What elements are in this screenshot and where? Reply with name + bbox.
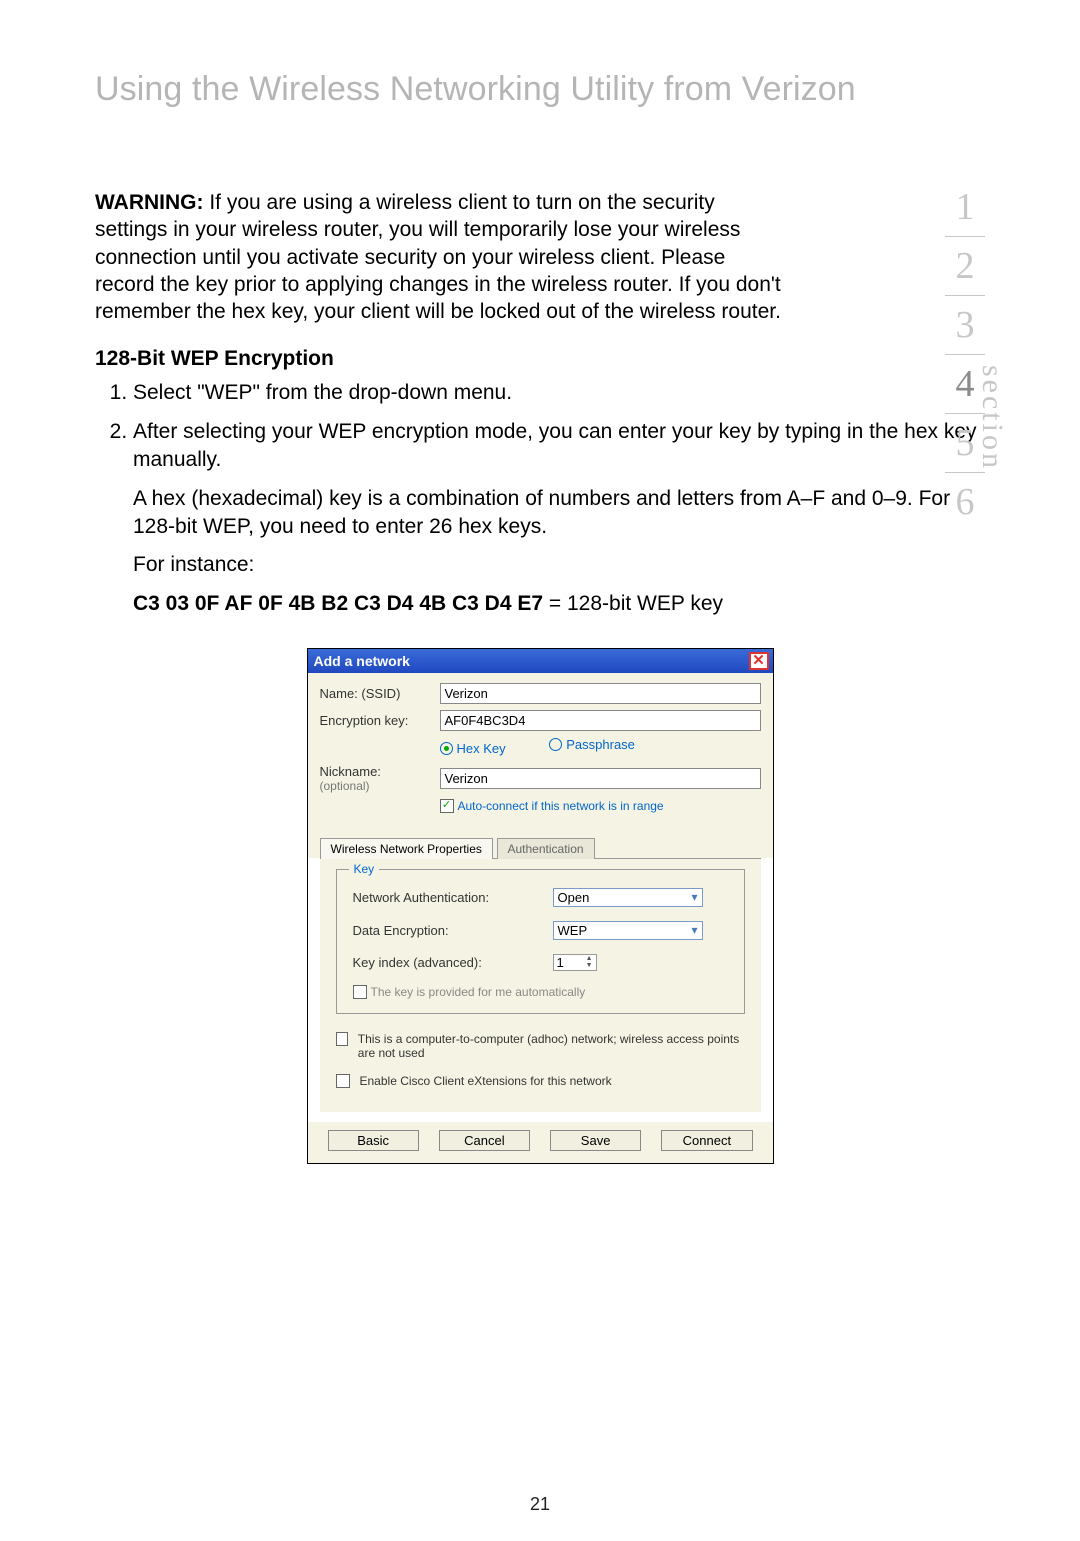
nav-6: 6 bbox=[920, 475, 1010, 529]
chevron-down-icon: ▾ bbox=[691, 923, 697, 937]
page-number: 21 bbox=[0, 1494, 1080, 1515]
data-encryption-select[interactable]: WEP▾ bbox=[553, 921, 703, 940]
nickname-label: Nickname: bbox=[320, 764, 440, 779]
dialog-title-bar: Add a network ✕ bbox=[308, 649, 773, 673]
nav-3: 3 bbox=[920, 298, 1010, 352]
step-2: After selecting your WEP encryption mode… bbox=[133, 418, 985, 618]
chevron-down-icon: ▾ bbox=[691, 890, 697, 904]
network-auth-select[interactable]: Open▾ bbox=[553, 888, 703, 907]
encryption-key-input[interactable]: AF0F4BC3D4 bbox=[440, 710, 761, 731]
nickname-optional: (optional) bbox=[320, 779, 440, 793]
passphrase-radio[interactable]: Passphrase bbox=[549, 737, 635, 752]
warning-label: WARNING: bbox=[95, 191, 204, 214]
key-index-label: Key index (advanced): bbox=[353, 955, 553, 970]
section-heading: 128-Bit WEP Encryption bbox=[95, 347, 985, 371]
spinner-up-icon[interactable]: ▲ bbox=[586, 955, 593, 962]
key-legend: Key bbox=[349, 862, 380, 876]
save-button[interactable]: Save bbox=[550, 1130, 641, 1151]
section-label: section bbox=[975, 365, 1009, 471]
auto-key-checkbox: The key is provided for me automatically bbox=[353, 985, 728, 999]
step-1: Select "WEP" from the drop-down menu. bbox=[133, 379, 985, 407]
tab-properties[interactable]: Wireless Network Properties bbox=[320, 838, 493, 859]
tab-authentication[interactable]: Authentication bbox=[497, 838, 595, 859]
cancel-button[interactable]: Cancel bbox=[439, 1130, 530, 1151]
spinner-down-icon[interactable]: ▼ bbox=[586, 962, 593, 969]
basic-button[interactable]: Basic bbox=[328, 1130, 419, 1151]
auto-connect-checkbox[interactable]: Auto-connect if this network is in range bbox=[320, 799, 761, 813]
warning-paragraph: WARNING: If you are using a wireless cli… bbox=[95, 189, 785, 325]
dialog-title: Add a network bbox=[314, 653, 410, 669]
hex-key-radio[interactable]: Hex Key bbox=[440, 741, 506, 756]
wep-key-suffix: = 128-bit WEP key bbox=[543, 592, 723, 615]
key-index-spinner[interactable]: 1 ▲▼ bbox=[553, 954, 597, 971]
ssid-input[interactable]: Verizon bbox=[440, 683, 761, 704]
nav-2: 2 bbox=[920, 239, 1010, 293]
page-title: Using the Wireless Networking Utility fr… bbox=[95, 70, 985, 109]
ssid-label: Name: (SSID) bbox=[320, 686, 440, 701]
wep-key-example: C3 03 0F AF 0F 4B B2 C3 D4 4B C3 D4 E7 bbox=[133, 592, 543, 615]
add-network-dialog: Add a network ✕ Name: (SSID) Verizon Enc… bbox=[307, 648, 774, 1164]
data-encryption-label: Data Encryption: bbox=[353, 923, 553, 938]
network-auth-label: Network Authentication: bbox=[353, 890, 553, 905]
section-nav: 1 2 3 4 5 6 section bbox=[920, 180, 1010, 529]
close-icon[interactable]: ✕ bbox=[749, 652, 769, 670]
adhoc-checkbox[interactable]: This is a computer-to-computer (adhoc) n… bbox=[336, 1032, 745, 1060]
connect-button[interactable]: Connect bbox=[661, 1130, 752, 1151]
nickname-input[interactable]: Verizon bbox=[440, 768, 761, 789]
cisco-extensions-checkbox[interactable]: Enable Cisco Client eXtensions for this … bbox=[336, 1074, 745, 1088]
encryption-key-label: Encryption key: bbox=[320, 713, 440, 728]
nav-1: 1 bbox=[920, 180, 1010, 234]
